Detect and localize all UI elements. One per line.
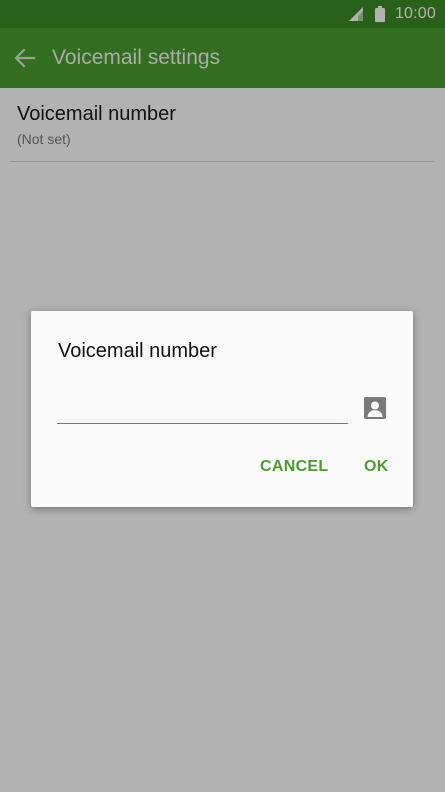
contact-icon[interactable] <box>364 397 386 419</box>
voicemail-number-dialog: Voicemail number CANCEL OK <box>31 311 413 507</box>
dialog-title: Voicemail number <box>58 340 217 362</box>
ok-button[interactable]: OK <box>364 458 389 476</box>
voicemail-number-input[interactable] <box>57 391 348 424</box>
cancel-button[interactable]: CANCEL <box>260 458 328 476</box>
